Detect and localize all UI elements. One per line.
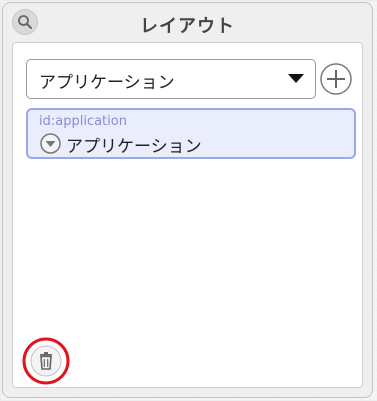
layout-type-select-value: アプリケーション — [39, 73, 175, 93]
layout-panel: レイアウト アプリケーション id:application アプリケーション — [2, 2, 373, 398]
collapse-toggle-icon — [40, 133, 61, 154]
layout-item-id: id:application — [39, 114, 127, 129]
layout-item-label: アプリケーション — [66, 137, 202, 157]
add-layout-button[interactable] — [320, 63, 352, 95]
plus-circle-icon — [320, 63, 352, 95]
layout-type-select[interactable]: アプリケーション — [26, 59, 316, 99]
collapse-toggle-button[interactable] — [40, 133, 61, 154]
chevron-down-icon — [288, 74, 304, 83]
trash-icon — [22, 337, 70, 385]
panel-header: レイアウト — [3, 3, 372, 43]
delete-layout-button[interactable] — [22, 337, 70, 385]
panel-title: レイアウト — [140, 16, 235, 37]
layout-item-application[interactable]: id:application アプリケーション — [26, 108, 356, 159]
